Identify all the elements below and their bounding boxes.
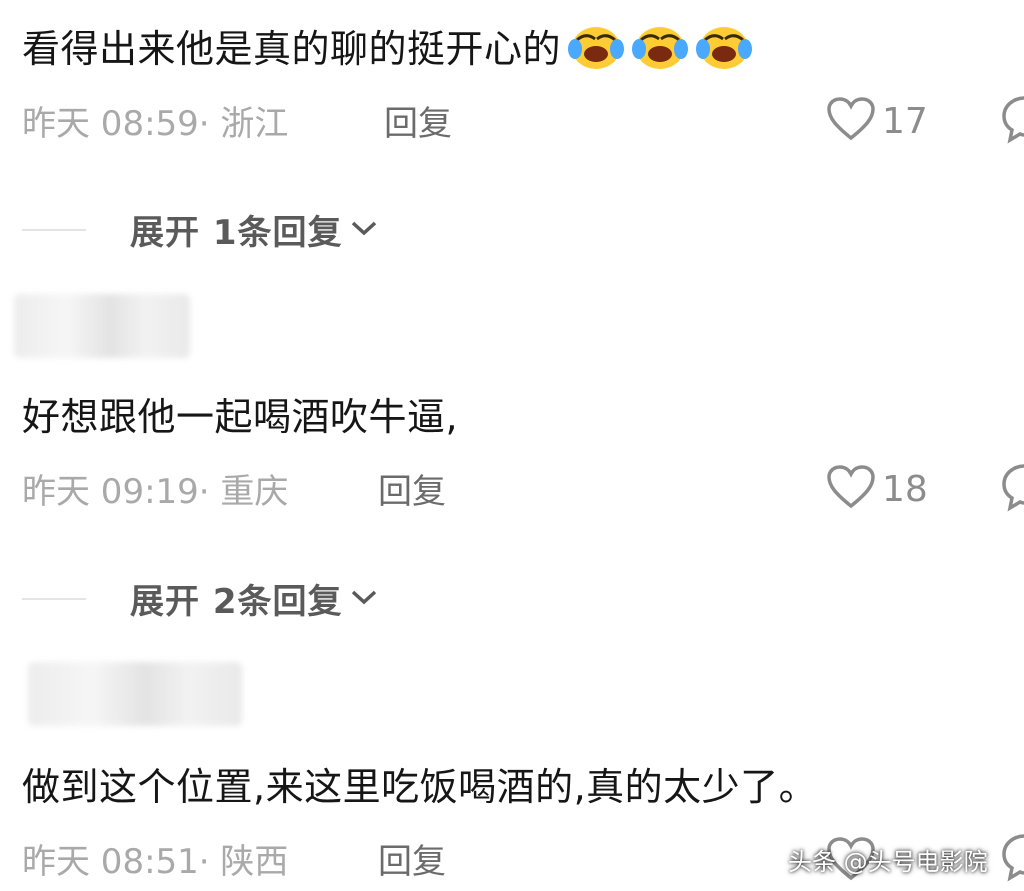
comment-meta: 昨天 08:51· 陕西 [22,834,288,883]
comment-icon[interactable] [1000,832,1024,882]
divider-line [22,228,86,231]
heart-icon [826,464,876,514]
expand-replies-button[interactable]: 展开 2条回复 [22,574,379,623]
chevron-down-icon [349,587,379,611]
like-button[interactable]: 17 [826,96,928,146]
expand-replies-button[interactable]: 展开 1条回复 [22,205,379,254]
comment-text: 看得出来他是真的聊的挺开心的 [22,18,753,80]
comment-text: 好想跟他一起喝酒吹牛逼, [22,395,459,439]
laughing-crying-emoji-icon [695,23,753,80]
laughing-crying-emoji-icon [631,23,689,80]
divider-line [22,597,86,600]
comment-time: 昨天 08:59 [22,104,199,144]
comment-text: 做到这个位置,来这里吃饭喝酒的,真的太少了。 [22,765,818,809]
comment-icon[interactable] [1000,462,1024,512]
expand-replies-label: 展开 1条回复 [130,213,343,253]
like-button[interactable]: 18 [826,464,928,514]
heart-icon [826,96,876,146]
chevron-down-icon [349,218,379,242]
comment-location: · 重庆 [198,472,289,512]
comment-text-body: 看得出来他是真的聊的挺开心的 [22,27,562,71]
watermark: 头条 @头号电影院 [788,848,988,876]
blurred-username [14,294,190,358]
expand-replies-label: 展开 2条回复 [130,582,343,622]
reply-button[interactable]: 回复 [384,96,452,145]
comment-time: 昨天 08:51 [22,842,199,882]
comment-icon[interactable] [1000,94,1024,144]
comment-location: · 浙江 [198,104,289,144]
reply-button[interactable]: 回复 [378,834,446,883]
comment-meta: 昨天 09:19· 重庆 [22,464,288,513]
comment-meta: 昨天 08:59· 浙江 [22,96,288,145]
reply-button[interactable]: 回复 [378,464,446,513]
comment-time: 昨天 09:19 [22,472,199,512]
comment-location: · 陕西 [198,842,289,882]
like-count: 18 [882,468,928,510]
blurred-username [28,662,242,726]
like-count: 17 [882,100,928,142]
laughing-crying-emoji-icon [567,23,625,80]
